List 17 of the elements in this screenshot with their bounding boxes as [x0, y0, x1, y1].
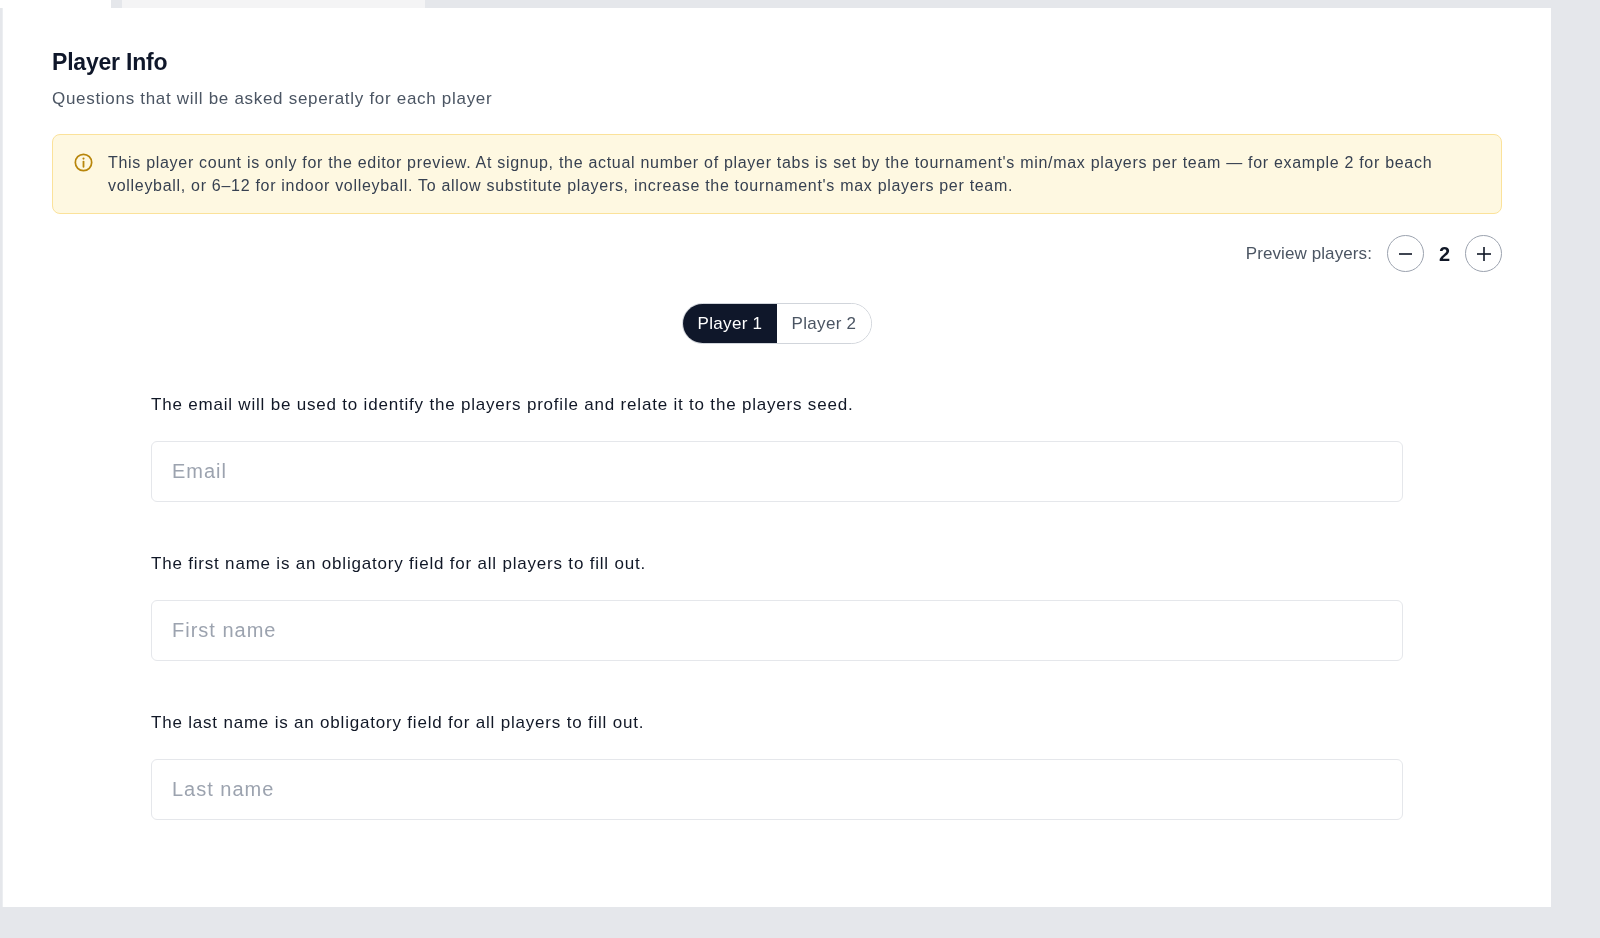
field-description: The email will be used to identify the players profile and relate it to the players seed. [151, 394, 855, 416]
section-subtitle: Questions that will be asked seperatly for each player [52, 88, 494, 110]
player-tab[interactable]: Player 1 [683, 304, 777, 343]
field-description: The last name is an obligatory field for all players to fill out. [151, 712, 646, 734]
preview-count: 2 [1438, 241, 1451, 267]
increase-button[interactable] [1465, 235, 1502, 272]
decrease-button[interactable] [1387, 235, 1424, 272]
minus-icon [1399, 252, 1412, 255]
text-field[interactable]: First name [151, 600, 1403, 661]
preview-players-label: Preview players: [1245, 242, 1372, 265]
info-icon [74, 153, 93, 172]
text-field[interactable]: Last name [151, 759, 1403, 820]
field-description: The first name is an obligatory field for all players to fill out. [151, 553, 647, 575]
plus-icon [1476, 246, 1491, 261]
text-field[interactable]: Email [151, 441, 1403, 502]
notice-text: This player count is only for the editor preview. At signup, the actual number of player tabs is set by the tournament's min/max players per team — for example 2 for beach volleyball, or 6–12 for indoor volleyball. To allow substitute players, increase the tournament's max players per team. [108, 153, 1434, 196]
section-title: Player Info [52, 48, 169, 77]
